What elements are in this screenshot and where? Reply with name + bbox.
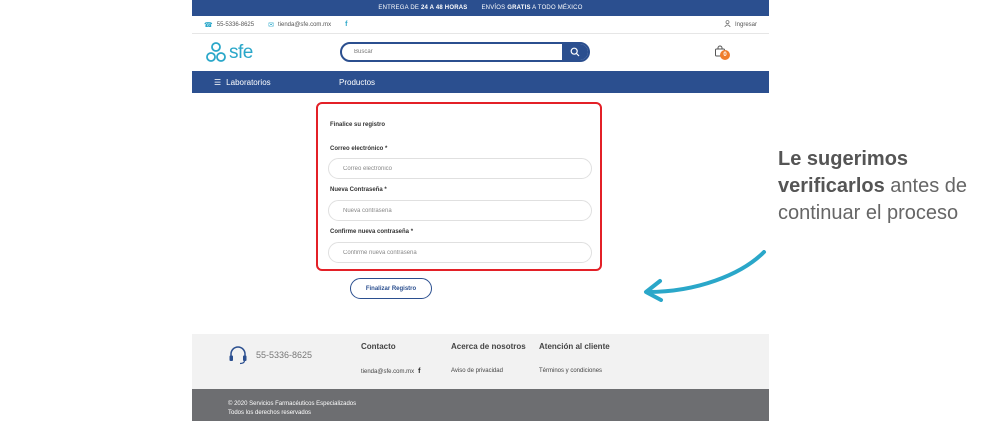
- copyright-text: © 2020 Servicios Farmacéuticos Especiali…: [228, 401, 357, 407]
- logo-icon: [206, 41, 226, 62]
- site-footer: 55-5336-8625 Contacto tienda@sfe.com.mx …: [192, 334, 769, 389]
- form-title: Finalice su registro: [330, 122, 386, 128]
- footer-phone[interactable]: 55-5336-8625: [228, 345, 312, 365]
- cart-count-badge: 0: [720, 50, 730, 60]
- confirm-password-label: Confirme nueva contraseña *: [330, 229, 414, 235]
- footer-privacy-link[interactable]: Aviso de privacidad: [451, 368, 503, 374]
- facebook-icon: f: [345, 21, 348, 28]
- new-password-field[interactable]: [328, 200, 592, 221]
- confirm-password-field[interactable]: [328, 242, 592, 263]
- footer-contact-column: Contacto tienda@sfe.com.mx f: [361, 342, 420, 375]
- menu-icon: ☰: [214, 77, 222, 87]
- mail-icon: ✉: [268, 21, 274, 29]
- footer-support-column: Atención al cliente Términos y condicion…: [539, 342, 610, 374]
- topbar-facebook-link[interactable]: f: [345, 21, 347, 28]
- promo-delivery-text: ENTREGA DE 24 A 48 HORAS: [378, 5, 468, 11]
- topbar-email[interactable]: ✉ tienda@sfe.com.mx: [268, 21, 331, 29]
- annotation-arrow: [644, 250, 766, 302]
- footer-terms-link[interactable]: Términos y condiciones: [539, 368, 602, 374]
- cart-button[interactable]: 0: [714, 44, 730, 60]
- promo-shipping-text: ENVÍOS GRATIS A TODO MÉXICO: [481, 5, 583, 11]
- user-icon: [724, 20, 731, 29]
- promo-bar: ENTREGA DE 24 A 48 HORAS ENVÍOS GRATIS A…: [192, 0, 769, 16]
- main-nav: ☰ Laboratorios Productos: [192, 71, 769, 93]
- search-input[interactable]: [342, 44, 562, 60]
- footer-contact-email[interactable]: tienda@sfe.com.mx f: [361, 368, 420, 375]
- email-label: Correo electrónico *: [330, 146, 388, 152]
- search-icon: [570, 47, 580, 57]
- email-field[interactable]: [328, 158, 592, 179]
- footer-contact-heading: Contacto: [361, 342, 396, 351]
- phone-icon: ☎: [204, 21, 213, 29]
- site-header: sfe 0: [192, 34, 769, 71]
- facebook-icon[interactable]: f: [418, 368, 420, 375]
- annotation-text: Le sugerimos verificarlos antes de conti…: [778, 148, 968, 224]
- logo-text: sfe: [229, 41, 253, 63]
- website-frame: ENTREGA DE 24 A 48 HORAS ENVÍOS GRATIS A…: [192, 0, 769, 421]
- login-link[interactable]: Ingresar: [724, 20, 757, 29]
- search-box: [340, 42, 590, 62]
- new-password-label: Nueva Contraseña *: [330, 187, 387, 193]
- copyright-bar: © 2020 Servicios Farmacéuticos Especiali…: [192, 389, 769, 421]
- footer-about-heading: Acerca de nosotros: [451, 342, 526, 351]
- nav-laboratorios[interactable]: ☰ Laboratorios: [214, 78, 339, 87]
- nav-productos[interactable]: Productos: [339, 78, 375, 87]
- registration-form-card: Finalice su registro Correo electrónico …: [316, 102, 602, 271]
- footer-about-column: Acerca de nosotros Aviso de privacidad: [451, 342, 526, 374]
- top-info-bar: ☎ 55-5336-8625 ✉ tienda@sfe.com.mx f Ing…: [192, 16, 769, 34]
- topbar-phone[interactable]: ☎ 55-5336-8625: [204, 21, 254, 29]
- finalize-registration-button[interactable]: Finalizar Registro: [350, 278, 432, 299]
- logo[interactable]: sfe: [206, 42, 253, 64]
- headset-icon: [229, 346, 247, 365]
- footer-support-heading: Atención al cliente: [539, 342, 610, 351]
- rights-text: Todos los derechos reservados: [228, 410, 312, 416]
- search-button[interactable]: [562, 44, 588, 60]
